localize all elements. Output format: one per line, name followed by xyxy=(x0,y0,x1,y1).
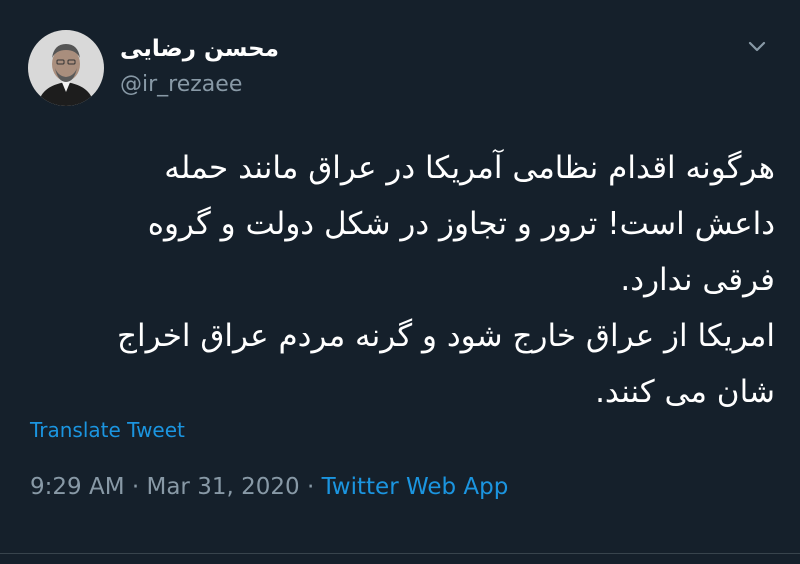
tweet-time[interactable]: 9:29 AM xyxy=(30,474,125,500)
chevron-down-icon xyxy=(748,41,766,52)
tweet-source-link[interactable]: Twitter Web App xyxy=(322,474,509,500)
tweet-text-line: داعش است! ترور و تجاوز در شکل دولت و گرو… xyxy=(147,206,775,242)
tweet-card: محسن رضایی @ir_rezaee هرگونه اقدام نظامی… xyxy=(0,0,800,564)
user-handle[interactable]: @ir_rezaee xyxy=(120,72,242,97)
meta-separator: · xyxy=(131,474,140,500)
tweet-text-line: فرقی ندارد. xyxy=(620,262,775,298)
tweet-text-line: امریکا از عراق خارج شود و گرنه مردم عراق… xyxy=(117,318,775,354)
tweet-metadata: 9:29 AM · Mar 31, 2020 · Twitter Web App xyxy=(30,474,508,500)
display-name[interactable]: محسن رضایی xyxy=(120,36,279,62)
tweet-menu-button[interactable] xyxy=(744,36,770,56)
tweet-text-line: هرگونه اقدام نظامی آمریکا در عراق مانند … xyxy=(164,150,775,186)
meta-separator: · xyxy=(306,474,315,500)
divider xyxy=(0,553,800,554)
avatar[interactable] xyxy=(28,30,104,106)
tweet-text-line: شان می کنند. xyxy=(595,374,775,410)
profile-photo-icon xyxy=(28,30,104,106)
translate-tweet-link[interactable]: Translate Tweet xyxy=(30,418,185,442)
tweet-date[interactable]: Mar 31, 2020 xyxy=(146,474,299,500)
tweet-text: هرگونه اقدام نظامی آمریکا در عراق مانند … xyxy=(30,140,775,420)
